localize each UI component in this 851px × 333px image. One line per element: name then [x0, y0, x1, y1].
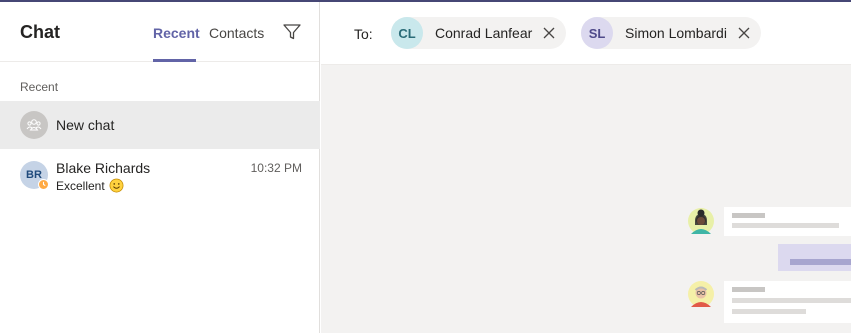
- smile-emoji-icon: [109, 178, 124, 193]
- active-tab-indicator: [153, 59, 196, 62]
- page-title: Chat: [20, 22, 60, 42]
- person-avatar-icon: [688, 208, 714, 234]
- tab-contacts[interactable]: Contacts: [209, 25, 264, 41]
- new-chat-label: New chat: [56, 117, 115, 133]
- conversation-item[interactable]: BR Blake Richards 10:32 PM Excellent: [0, 151, 320, 199]
- chat-list-header: Chat Recent Contacts: [0, 2, 319, 62]
- conversation-preview: Excellent: [56, 178, 124, 193]
- person-avatar-icon: [688, 281, 714, 307]
- filter-icon: [283, 24, 301, 40]
- compose-pane: To: CL Conrad Lanfear SL Simon Lombardi: [321, 2, 851, 333]
- preview-text: Excellent: [56, 178, 105, 193]
- presence-away-icon: [38, 179, 49, 190]
- tab-recent[interactable]: Recent: [153, 25, 200, 41]
- empty-chat-illustration: [688, 207, 851, 323]
- chat-list-pane: Chat Recent Contacts Recent New chat BR: [0, 2, 320, 333]
- section-label-recent: Recent: [20, 80, 59, 94]
- conversation-time: 10:32 PM: [250, 161, 302, 175]
- filter-button[interactable]: [282, 22, 302, 42]
- new-chat-item[interactable]: New chat: [0, 101, 320, 149]
- people-icon: [20, 111, 48, 139]
- conversation-name: Blake Richards: [56, 160, 151, 176]
